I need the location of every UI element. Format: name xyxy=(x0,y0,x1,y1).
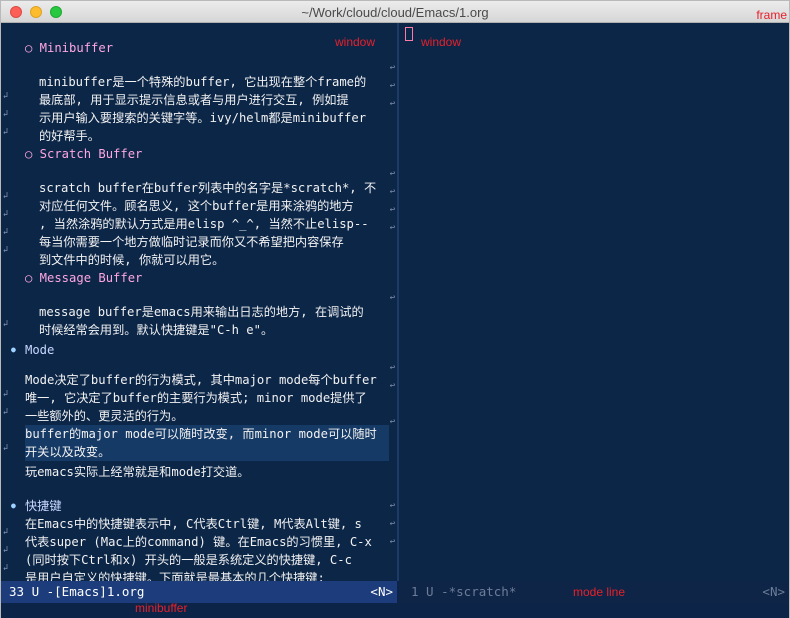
window-annotation: window xyxy=(335,35,376,49)
wrap-indicator-icon: ↲ xyxy=(2,527,9,537)
text-line: 示用户输入要搜索的关键字等。ivy/helm都是minibuffer xyxy=(39,111,367,125)
wrap-indicator-icon: ↲ xyxy=(2,407,9,417)
wrap-indicator-icon: ↲ xyxy=(2,389,9,399)
text-line: 在Emacs中的快捷键表示中, C代表Ctrl键, M代表Alt键, s xyxy=(25,517,362,531)
wrap-indicator-icon: ↲ xyxy=(2,91,9,101)
wrap-indicator-icon: ↩ xyxy=(389,417,396,427)
text-line: , 当然涂鸦的默认方式是用elisp ^_^, 当然不止elisp-- xyxy=(39,217,369,231)
frame-annotation: frame xyxy=(756,8,787,22)
wrap-indicator-icon: ↲ xyxy=(2,191,9,201)
wrap-indicator-icon: ↩ xyxy=(389,81,396,91)
text-line: Mode决定了buffer的行为模式, 其中major mode每个buffer xyxy=(25,373,377,387)
org-heading-level-2: ○ Minibuffer xyxy=(25,41,114,55)
text-line: 唯一, 它决定了buffer的主要行为模式; minor mode提供了 xyxy=(25,391,367,405)
text-line: scratch buffer在buffer列表中的名字是*scratch*, 不 xyxy=(39,181,377,195)
heading-bullet-icon: ● xyxy=(11,501,16,510)
text-line: 时候经常会用到。默认快捷键是"C-h e"。 xyxy=(39,323,274,337)
right-fringe: ↩ ↩ ↩ ↩ ↩ ↩ ↩ ↩ ↩ ↩ ↩ ↩ ↩ ↩ xyxy=(388,23,397,581)
evil-state-tag: <N> xyxy=(370,584,393,599)
wrap-indicator-icon: ↩ xyxy=(389,519,396,529)
window-annotation: window xyxy=(421,35,462,49)
org-heading-level-1: Mode ● xyxy=(11,343,55,357)
text-line: message buffer是emacs用来输出日志的地方, 在调试的 xyxy=(39,305,364,319)
text-line: (同时按下Ctrl和x) 开头的一般是系统定义的快捷键, C-c xyxy=(25,553,352,567)
wrap-indicator-icon: ↩ xyxy=(389,169,396,179)
text-line: 最底部, 用于显示提示信息或者与用户进行交互, 例如提 xyxy=(39,93,349,107)
mode-line-annotation: mode line xyxy=(573,585,626,599)
text-line: 到文件中的时候, 你就可以用它。 xyxy=(39,253,225,267)
wrap-indicator-icon: ↲ xyxy=(2,227,9,237)
right-window[interactable]: window xyxy=(399,23,789,581)
wrap-indicator-icon: ↩ xyxy=(389,537,396,547)
mode-line-inactive[interactable]: 1 U -*scratch* mode line <N> xyxy=(399,581,789,603)
wrap-indicator-icon: ↩ xyxy=(389,63,396,73)
wrap-indicator-icon: ↩ xyxy=(389,223,396,233)
wrap-indicator-icon: ↲ xyxy=(2,563,9,573)
wrap-indicator-icon: ↲ xyxy=(2,245,9,255)
text-line: minibuffer是一个特殊的buffer, 它出现在整个frame的 xyxy=(39,75,367,89)
wrap-indicator-icon: ↩ xyxy=(389,381,396,391)
window-title: ~/Work/cloud/cloud/Emacs/1.org xyxy=(301,5,489,20)
wrap-indicator-icon: ↩ xyxy=(389,293,396,303)
emacs-frame: ~/Work/cloud/cloud/Emacs/1.org frame ↲ ↲… xyxy=(0,0,790,618)
wrap-indicator-icon: ↲ xyxy=(2,109,9,119)
wrap-indicator-icon: ↲ xyxy=(2,127,9,137)
left-fringe: ↲ ↲ ↲ ↲ ↲ ↲ ↲ ↲ ↲ ↲ ↲ ↲ ↲ ↲ xyxy=(1,23,10,581)
mode-line-text: 1 U -*scratch* xyxy=(411,584,517,599)
titlebar: ~/Work/cloud/cloud/Emacs/1.org frame xyxy=(1,1,789,23)
wrap-indicator-icon: ↲ xyxy=(2,209,9,219)
text-line: 代表super (Mac上的command) 键。在Emacs的习惯里, C-x xyxy=(25,535,372,549)
text-line: 玩emacs实际上经常就是和mode打交道。 xyxy=(25,465,250,479)
mode-line-active[interactable]: 33 U -[Emacs]1.org <N> xyxy=(1,581,397,603)
text-line: 是用户自定义的快捷键。下面就是最基本的几个快捷键: xyxy=(25,571,325,581)
org-heading-level-2: ○ Message Buffer xyxy=(25,271,143,285)
wrap-indicator-icon: ↲ xyxy=(2,545,9,555)
heading-bullet-icon: ● xyxy=(11,345,16,354)
org-heading-level-1: 快捷键 ● xyxy=(11,499,62,513)
wrap-indicator-icon: ↩ xyxy=(389,363,396,373)
org-heading-level-2: ○ Scratch Buffer xyxy=(25,147,143,161)
left-window[interactable]: ↲ ↲ ↲ ↲ ↲ ↲ ↲ ↲ ↲ ↲ ↲ ↲ ↲ ↲ ↩ ↩ ↩ ↩ ↩ ↩ … xyxy=(1,23,397,581)
wrap-indicator-icon: ↩ xyxy=(389,187,396,197)
text-line: 开关以及改变。 xyxy=(25,443,389,461)
wrap-indicator-icon: ↲ xyxy=(2,319,9,329)
text-line: 一些额外的、更灵活的行为。 xyxy=(25,409,184,423)
text-line: buffer的major mode可以随时改变, 而minor mode可以随时 xyxy=(25,425,389,443)
cursor xyxy=(405,27,413,41)
minibuffer-annotation: minibuffer xyxy=(135,601,188,615)
minibuffer[interactable]: minibuffer xyxy=(1,601,789,618)
evil-state-tag: <N> xyxy=(762,584,785,599)
text-line: 对应任何文件。顾名思义, 这个buffer是用来涂鸦的地方 xyxy=(39,199,354,213)
wrap-indicator-icon: ↩ xyxy=(389,205,396,215)
text-line: 的好帮手。 xyxy=(39,129,100,143)
text-line: 每当你需要一个地方做临时记录而你又不希望把内容保存 xyxy=(39,235,344,249)
wrap-indicator-icon: ↩ xyxy=(389,99,396,109)
wrap-indicator-icon: ↲ xyxy=(2,443,9,453)
wrap-indicator-icon: ↩ xyxy=(389,501,396,511)
mode-line-text: 33 U -[Emacs]1.org xyxy=(9,584,145,599)
